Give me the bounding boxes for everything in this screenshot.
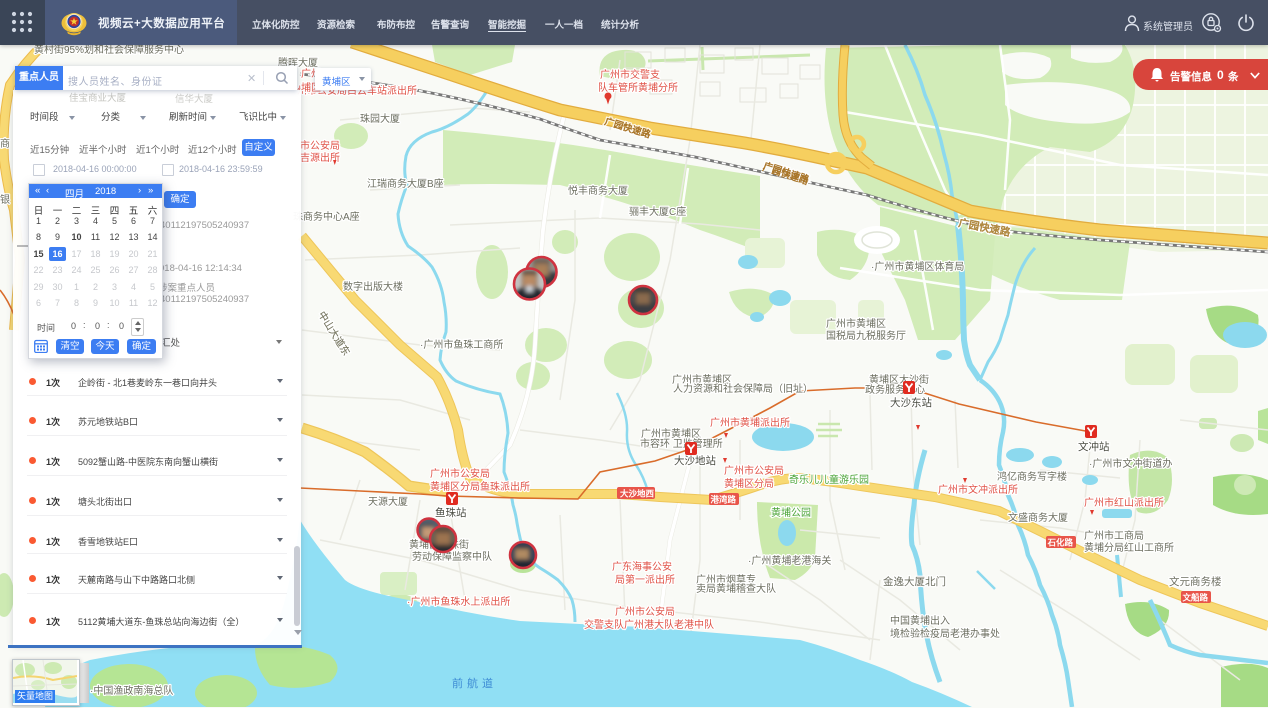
svg-text:悦丰商务大厦: 悦丰商务大厦 xyxy=(568,184,628,197)
svg-text:市容环 卫监管理所: 市容环 卫监管理所 xyxy=(640,437,723,450)
svg-text:金逸大厦北门: 金逸大厦北门 xyxy=(883,575,946,588)
svg-text:广州市黄埔区: 广州市黄埔区 xyxy=(826,317,886,330)
svg-text:文船路: 文船路 xyxy=(1183,593,1209,603)
svg-text:黄埔公园: 黄埔公园 xyxy=(771,506,811,519)
svg-text:广州市黄埔派出所: 广州市黄埔派出所 xyxy=(710,416,790,429)
svg-text:·广州市文冲街道办: ·广州市文冲街道办 xyxy=(1089,457,1172,470)
svg-text:广州市公安局: 广州市公安局 xyxy=(615,605,675,618)
svg-text:卖局黄埔稽查大队: 卖局黄埔稽查大队 xyxy=(696,582,776,595)
svg-text:文盛商务大厦: 文盛商务大厦 xyxy=(1008,511,1068,524)
svg-text:中国黄埔出入: 中国黄埔出入 xyxy=(890,614,950,627)
svg-text:商: 商 xyxy=(0,137,10,150)
svg-text:·中国渔政南海总队: ·中国渔政南海总队 xyxy=(90,684,173,697)
svg-text:·广州市鱼珠水上派出所: ·广州市鱼珠水上派出所 xyxy=(407,595,510,608)
svg-text:政务服务中心: 政务服务中心 xyxy=(865,383,925,396)
svg-text:队车管所黄埔分所: 队车管所黄埔分所 xyxy=(598,81,678,94)
svg-text:鸿亿商务写字楼: 鸿亿商务写字楼 xyxy=(997,470,1067,483)
svg-text:大沙东站: 大沙东站 xyxy=(890,396,932,409)
svg-text:广州市工商局: 广州市工商局 xyxy=(1084,529,1144,542)
svg-text:银: 银 xyxy=(0,193,10,206)
svg-text:境检验检疫局老港办事处: 境检验检疫局老港办事处 xyxy=(890,627,1000,640)
svg-text:黄埔区分局: 黄埔区分局 xyxy=(724,477,774,490)
svg-text:劳动保障监察中队: 劳动保障监察中队 xyxy=(412,550,492,563)
svg-text:·广州市鱼珠工商所: ·广州市鱼珠工商所 xyxy=(420,338,503,351)
svg-text:鱼珠站: 鱼珠站 xyxy=(435,506,467,519)
svg-text:国税局九税服务厅: 国税局九税服务厅 xyxy=(826,329,906,342)
svg-text:广东海事公安: 广东海事公安 xyxy=(612,560,672,573)
svg-text:骊丰大厦C座: 骊丰大厦C座 xyxy=(629,205,686,218)
svg-text:文冲站: 文冲站 xyxy=(1078,440,1110,453)
svg-text:港湾路: 港湾路 xyxy=(711,495,737,505)
svg-text:大沙地站: 大沙地站 xyxy=(674,454,716,467)
svg-text:·广州黄埔老港海关: ·广州黄埔老港海关 xyxy=(748,554,831,567)
svg-text:珠园大厦: 珠园大厦 xyxy=(360,112,400,125)
svg-text:·广州市黄埔区体育局: ·广州市黄埔区体育局 xyxy=(871,260,964,273)
svg-text:江瑞商务大厦B座: 江瑞商务大厦B座 xyxy=(367,177,444,190)
svg-text:黄埔区分局鱼珠派出所: 黄埔区分局鱼珠派出所 xyxy=(430,480,530,493)
svg-text:数字出版大楼: 数字出版大楼 xyxy=(343,280,403,293)
svg-text:交警支队广州港大队老港中队: 交警支队广州港大队老港中队 xyxy=(584,618,714,631)
svg-text:人力资源和社会保障局（旧址）: 人力资源和社会保障局（旧址） xyxy=(673,382,813,395)
svg-text:市公安局: 市公安局 xyxy=(300,139,340,152)
svg-text:局第一派出所: 局第一派出所 xyxy=(615,573,675,586)
svg-text:文元商务楼: 文元商务楼 xyxy=(1169,575,1222,588)
svg-text:石化路: 石化路 xyxy=(1047,538,1074,548)
svg-text:珠商务中心A座: 珠商务中心A座 xyxy=(293,210,360,223)
svg-text:黄埔分局红山工商所: 黄埔分局红山工商所 xyxy=(1084,541,1174,554)
svg-text:广州市红山派出所: 广州市红山派出所 xyxy=(1084,496,1164,509)
svg-text:前航道: 前航道 xyxy=(452,676,497,690)
svg-text:广州市交警支: 广州市交警支 xyxy=(600,68,660,81)
svg-text:大沙地西: 大沙地西 xyxy=(620,489,655,499)
svg-text:奇乐儿儿童游乐园: 奇乐儿儿童游乐园 xyxy=(789,473,869,486)
svg-text:广州市公安局: 广州市公安局 xyxy=(724,464,784,477)
svg-text:天源大厦: 天源大厦 xyxy=(368,495,408,508)
svg-text:广州市公安局: 广州市公安局 xyxy=(430,467,490,480)
svg-text:广州市文冲派出所: 广州市文冲派出所 xyxy=(938,483,1018,496)
